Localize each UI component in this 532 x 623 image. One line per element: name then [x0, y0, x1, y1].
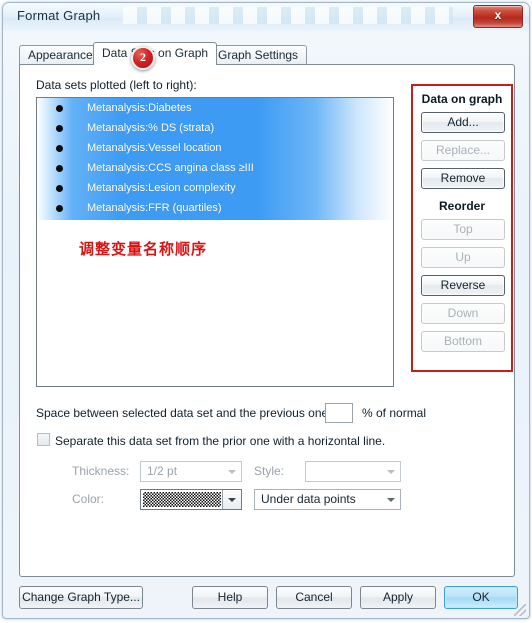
remove-button[interactable]: Remove: [421, 168, 505, 189]
list-item[interactable]: Metanalysis:Vessel location: [37, 139, 393, 159]
color-swatch: [143, 492, 221, 507]
list-item-label: Metanalysis:FFR (quartiles): [87, 202, 222, 214]
style-label: Style:: [254, 464, 285, 478]
chevron-down-icon: [228, 498, 236, 502]
color-label: Color:: [72, 492, 105, 506]
tab-page-data-sets: Data sets plotted (left to right): Metan…: [19, 64, 515, 577]
reorder-top-button: Top: [421, 219, 505, 240]
data-on-graph-title: Data on graph: [421, 92, 503, 106]
tab-graph-settings[interactable]: Graph Settings: [209, 45, 308, 64]
chevron-down-icon: [228, 470, 236, 474]
list-item[interactable]: Metanalysis:CCS angina class ≥III: [37, 159, 393, 179]
bullet-dot-icon: [56, 105, 63, 112]
separate-line-checkbox[interactable]: [37, 433, 50, 446]
color-dropdown-button[interactable]: [222, 490, 241, 509]
data-on-graph-panel: Data on graph Add... Replace... Remove R…: [411, 84, 513, 372]
style-combo[interactable]: [305, 461, 401, 482]
change-graph-type-button[interactable]: Change Graph Type...: [19, 586, 143, 609]
window-title: Format Graph: [17, 8, 101, 23]
reorder-down-button: Down: [421, 303, 505, 324]
bullet-dot-icon: [56, 205, 63, 212]
chevron-down-icon: [387, 498, 395, 502]
list-item-label: Metanalysis:% DS (strata): [87, 122, 215, 134]
step-badge-label: 2: [140, 50, 146, 64]
line-position-combo[interactable]: Under data points: [254, 489, 401, 510]
bullet-dot-icon: [56, 145, 63, 152]
bullet-dot-icon: [56, 185, 63, 192]
list-item[interactable]: Metanalysis:Lesion complexity: [37, 179, 393, 199]
data-sets-listbox[interactable]: Metanalysis:Diabetes Metanalysis:% DS (st…: [36, 97, 394, 387]
list-item[interactable]: Metanalysis:Diabetes: [37, 99, 393, 119]
annotation-note-cn: 调整变量名称顺序: [79, 240, 208, 258]
apply-button[interactable]: Apply: [360, 586, 436, 609]
line-position-value: Under data points: [261, 492, 356, 506]
spacing-label: Space between selected data set and the …: [36, 406, 332, 420]
list-item-label: Metanalysis:CCS angina class ≥III: [87, 162, 254, 174]
spacing-input[interactable]: [325, 403, 353, 423]
title-bar: Format Graph x: [3, 3, 529, 31]
list-item[interactable]: Metanalysis:% DS (strata): [37, 119, 393, 139]
bullet-dot-icon: [56, 165, 63, 172]
list-item[interactable]: Metanalysis:FFR (quartiles): [37, 199, 393, 219]
add-button[interactable]: Add...: [421, 112, 505, 133]
list-item-label: Metanalysis:Vessel location: [87, 142, 222, 154]
step-badge-2: 2: [131, 46, 155, 70]
close-button[interactable]: x: [473, 5, 523, 28]
spacing-suffix-label: % of normal: [362, 406, 427, 420]
thickness-value: 1/2 pt: [147, 464, 178, 478]
window-frame: Format Graph x Appearance Data Sets on G…: [2, 2, 530, 619]
list-item-label: Metanalysis:Diabetes: [87, 102, 192, 114]
help-button[interactable]: Help: [192, 586, 268, 609]
tab-data-sets-on-graph[interactable]: Data Sets on Graph: [93, 42, 218, 65]
thickness-combo[interactable]: 1/2 pt: [140, 461, 242, 482]
separate-line-label: Separate this data set from the prior on…: [55, 434, 386, 448]
format-graph-dialog: Format Graph x Appearance Data Sets on G…: [0, 0, 532, 623]
thickness-label: Thickness:: [72, 464, 130, 478]
ok-button[interactable]: OK: [444, 586, 518, 609]
replace-button: Replace...: [421, 140, 505, 161]
close-icon: x: [494, 8, 502, 22]
color-swatch-combo[interactable]: [140, 489, 242, 510]
tab-appearance[interactable]: Appearance: [19, 45, 102, 64]
reorder-up-button: Up: [421, 247, 505, 268]
resize-grip[interactable]: [514, 604, 526, 616]
chevron-down-icon: [387, 470, 395, 474]
reorder-title: Reorder: [438, 199, 485, 213]
data-sets-plotted-label: Data sets plotted (left to right):: [36, 78, 197, 92]
reorder-reverse-button[interactable]: Reverse: [421, 275, 505, 296]
reorder-bottom-button: Bottom: [421, 331, 505, 352]
cancel-button[interactable]: Cancel: [276, 586, 352, 609]
list-item-label: Metanalysis:Lesion complexity: [87, 182, 236, 194]
bullet-dot-icon: [56, 125, 63, 132]
titlebar-decoration: [123, 7, 453, 24]
dialog-client-area: Appearance Data Sets on Graph Graph Sett…: [3, 31, 529, 618]
